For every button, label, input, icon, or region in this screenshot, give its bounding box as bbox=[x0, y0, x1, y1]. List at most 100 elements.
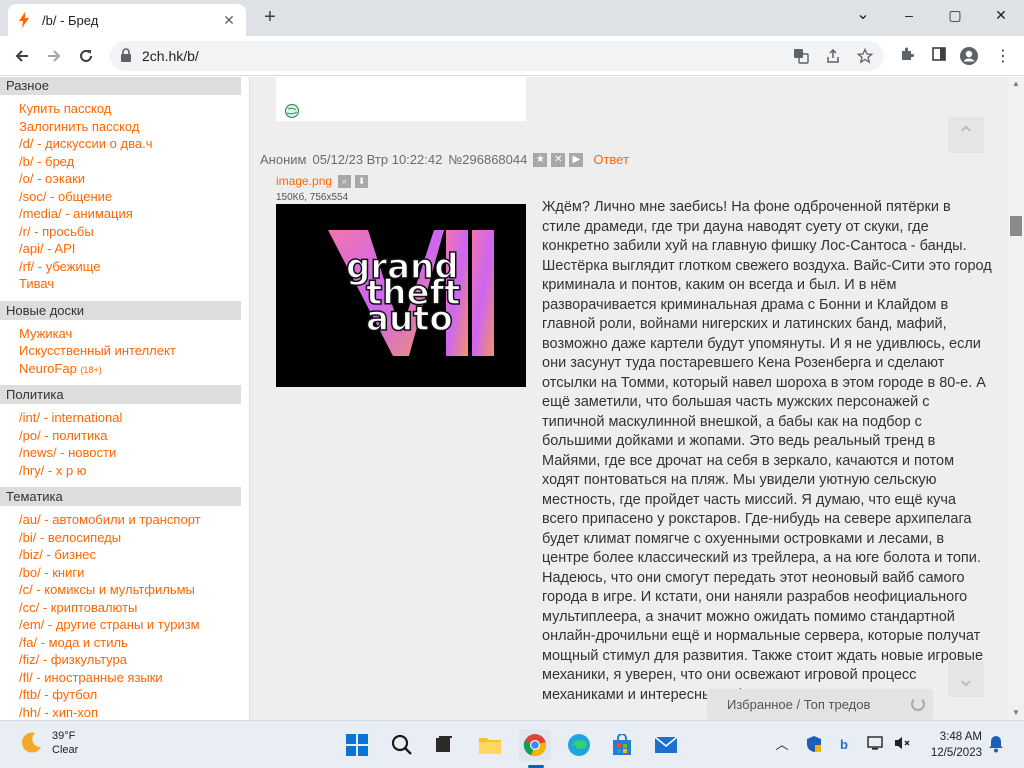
scroll-arrow-up-icon[interactable]: ▲ bbox=[1008, 77, 1024, 91]
side-panel-icon[interactable] bbox=[928, 46, 950, 68]
file-explorer-button[interactable] bbox=[474, 729, 506, 761]
edge-button[interactable] bbox=[563, 729, 595, 761]
download-icon[interactable]: ⬇ bbox=[355, 174, 369, 188]
translate-icon[interactable] bbox=[790, 45, 812, 67]
sidebar-item[interactable]: /c/ - комиксы и мультфильмы bbox=[0, 581, 249, 599]
sidebar-item[interactable]: /o/ - оэкаки bbox=[0, 170, 249, 188]
edge-icon bbox=[568, 734, 590, 756]
sidebar-item[interactable]: /r/ - просьбы bbox=[0, 223, 249, 241]
play-icon[interactable]: ▶ bbox=[569, 152, 584, 167]
scroll-down-button[interactable]: ⌄ bbox=[948, 661, 984, 697]
image-search-icon[interactable]: ⌕ bbox=[338, 174, 352, 188]
file-name-link[interactable]: image.png bbox=[276, 174, 332, 188]
minimize-button[interactable]: – bbox=[886, 0, 932, 30]
extensions-icon[interactable] bbox=[896, 46, 918, 68]
tab-title: /b/ - Бред bbox=[42, 12, 99, 28]
file-meta: 150Кб, 756x554 bbox=[276, 192, 349, 203]
windows-taskbar: 39°F Clear ︿ b 3:48 AM 12/5/2023 bbox=[0, 720, 1024, 768]
search-icon bbox=[391, 734, 412, 755]
sidebar-section-title: Новые доски bbox=[0, 300, 241, 320]
sidebar-item[interactable]: /hh/ - хип-хоп bbox=[0, 704, 249, 721]
reload-icon[interactable] bbox=[72, 42, 100, 70]
scroll-up-button[interactable]: ⌃ bbox=[948, 117, 984, 153]
weather-temp: 39°F bbox=[52, 730, 76, 742]
hide-post-icon[interactable]: ✕ bbox=[551, 152, 566, 167]
task-view-button[interactable] bbox=[428, 729, 460, 761]
sidebar-item[interactable]: /bo/ - книги bbox=[0, 564, 249, 582]
back-icon[interactable] bbox=[8, 42, 36, 70]
file-info: image.png ⌕ ⬇ bbox=[276, 174, 369, 188]
close-window-button[interactable]: ✕ bbox=[978, 0, 1024, 30]
store-button[interactable] bbox=[606, 729, 638, 761]
bookmark-star-icon[interactable] bbox=[854, 45, 876, 67]
post-datetime: 05/12/23 Втр 10:22:42 bbox=[312, 152, 443, 167]
thread-area: ⌃ Аноним 05/12/23 Втр 10:22:42 №29686804… bbox=[250, 77, 1008, 720]
more-menu-icon[interactable]: ⋮ bbox=[992, 46, 1014, 68]
sidebar-item[interactable]: /news/ - новости bbox=[0, 444, 249, 462]
post-number[interactable]: №296868044 bbox=[448, 152, 527, 167]
sidebar-item[interactable]: /po/ - политика bbox=[0, 427, 249, 445]
post-message: Ждём? Лично мне заебись! На фоне одброче… bbox=[542, 199, 992, 703]
network-icon[interactable] bbox=[866, 735, 886, 755]
sidebar-item[interactable]: /fa/ - мода и стиль bbox=[0, 634, 249, 652]
page-viewport: Разное Купить пасскод Залогинить пасскод… bbox=[0, 77, 1024, 720]
forward-icon[interactable] bbox=[40, 42, 68, 70]
system-clock[interactable]: 3:48 AM 12/5/2023 bbox=[918, 729, 982, 761]
new-tab-button[interactable]: + bbox=[258, 6, 282, 30]
sidebar-item[interactable]: Мужикач bbox=[0, 325, 249, 343]
sidebar-item-label: NeuroFap bbox=[19, 360, 77, 376]
bing-icon[interactable]: b bbox=[834, 735, 854, 755]
reply-link[interactable]: Ответ bbox=[593, 152, 629, 167]
browser-tab-active[interactable]: /b/ - Бред ✕ bbox=[8, 4, 246, 36]
moon-icon bbox=[22, 732, 41, 753]
sidebar-item[interactable]: /fiz/ - физкультура bbox=[0, 651, 249, 669]
tray-chevron-icon[interactable]: ︿ bbox=[772, 735, 792, 755]
sidebar-item[interactable]: Искусственный интеллект bbox=[0, 342, 249, 360]
profile-avatar-icon[interactable] bbox=[958, 46, 980, 68]
search-button[interactable] bbox=[386, 729, 418, 761]
defender-icon[interactable] bbox=[804, 735, 824, 755]
sidebar-item-neurofap[interactable]: NeuroFap (18+) bbox=[0, 360, 249, 378]
sidebar-item[interactable]: /bi/ - велосипеды bbox=[0, 529, 249, 547]
sidebar-item[interactable]: /media/ - анимация bbox=[0, 205, 249, 223]
start-button[interactable] bbox=[341, 729, 373, 761]
sidebar-section-title: Тематика bbox=[0, 487, 241, 506]
sidebar-item[interactable]: /au/ - автомобили и транспорт bbox=[0, 511, 249, 529]
sidebar-item[interactable]: /int/ - international bbox=[0, 409, 249, 427]
favorites-top-threads-bar[interactable]: Избранное / Топ тредов bbox=[707, 689, 933, 720]
page-scrollbar[interactable]: ▲ ▼ bbox=[1008, 77, 1024, 720]
scroll-arrow-down-icon[interactable]: ▼ bbox=[1008, 706, 1024, 720]
sidebar-item[interactable]: /ftb/ - футбол bbox=[0, 686, 249, 704]
notifications-bell-icon[interactable] bbox=[986, 735, 1006, 755]
sidebar-item[interactable]: /cc/ - криптовалюты bbox=[0, 599, 249, 617]
post-header: Аноним 05/12/23 Втр 10:22:42 №296868044 … bbox=[260, 152, 635, 167]
sidebar-item[interactable]: /em/ - другие страны и туризм bbox=[0, 616, 249, 634]
sidebar-item[interactable]: /hry/ - х р ю bbox=[0, 462, 249, 480]
scrollbar-thumb[interactable] bbox=[1010, 216, 1022, 236]
sidebar-item[interactable]: /d/ - дискуссии о два.ч bbox=[0, 135, 249, 153]
sidebar-item[interactable]: /api/ - API bbox=[0, 240, 249, 258]
2ch-favicon-icon bbox=[16, 12, 32, 28]
sidebar-item[interactable]: Залогинить пасскод bbox=[0, 118, 249, 136]
weather-widget[interactable]: 39°F Clear bbox=[18, 729, 78, 757]
sidebar-item[interactable]: Тивач bbox=[0, 275, 249, 293]
post-image-thumbnail[interactable]: grand theft auto bbox=[276, 204, 526, 387]
address-bar[interactable]: 2ch.hk/b/ bbox=[110, 41, 884, 71]
sidebar-item[interactable]: Купить пасскод bbox=[0, 100, 249, 118]
sidebar-item[interactable]: /biz/ - бизнес bbox=[0, 546, 249, 564]
favorite-star-icon[interactable]: ★ bbox=[533, 152, 548, 167]
chrome-taskbar-button[interactable] bbox=[519, 729, 551, 761]
sidebar-item[interactable]: /soc/ - общение bbox=[0, 188, 249, 206]
sidebar-section-topics: Тематика /au/ - автомобили и транспорт /… bbox=[0, 487, 249, 720]
volume-muted-icon[interactable] bbox=[892, 735, 912, 755]
url-text: 2ch.hk/b/ bbox=[142, 48, 199, 64]
tab-close-icon[interactable]: ✕ bbox=[220, 11, 238, 29]
mail-button[interactable] bbox=[650, 729, 682, 761]
tab-search-icon[interactable]: ⌄ bbox=[840, 0, 886, 30]
share-icon[interactable] bbox=[822, 45, 844, 67]
windows-logo-icon bbox=[346, 734, 368, 756]
maximize-button[interactable]: ▢ bbox=[932, 0, 978, 30]
sidebar-item[interactable]: /rf/ - убежище bbox=[0, 258, 249, 276]
sidebar-item[interactable]: /b/ - бред bbox=[0, 153, 249, 171]
sidebar-item[interactable]: /fl/ - иностранные языки bbox=[0, 669, 249, 687]
